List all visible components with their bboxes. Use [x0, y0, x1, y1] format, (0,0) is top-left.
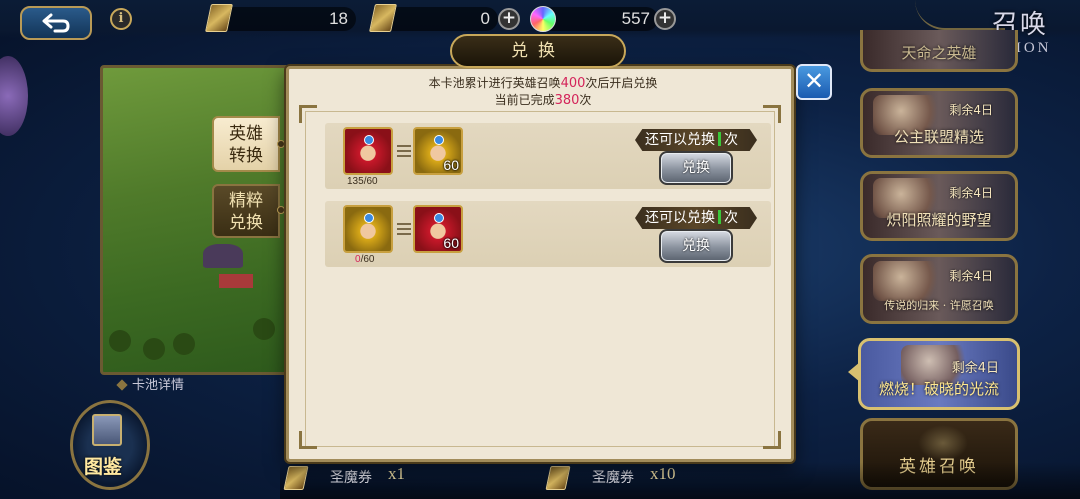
remaining-days-badge: 剩余4日 [951, 361, 999, 376]
target-count: 60 [443, 235, 459, 251]
remaining-prefix: 还可以兑换 [645, 132, 715, 148]
exchange-button[interactable]: 兑换 [659, 229, 733, 263]
pool-card-princess-alliance[interactable]: 剩余4日 公主联盟精选 [860, 88, 1018, 158]
remaining-exchange-banner: 还可以兑换次 [635, 207, 757, 229]
pool-card-dawn-flow-active[interactable]: 剩余4日 燃烧！破晓的光流 [858, 338, 1020, 410]
corner-ornament [299, 105, 317, 123]
pool-card-title: 燃烧！破晓的光流 [878, 380, 999, 398]
target-count: 60 [443, 157, 459, 173]
equals-icon [397, 223, 411, 235]
resource-ticket-counter: 18 [214, 7, 356, 31]
equals-icon [397, 145, 411, 157]
corner-ornament [299, 431, 317, 449]
resource-ticket-gold-counter: 0 [380, 7, 498, 31]
corner-ornament [763, 105, 781, 123]
fragment-progress: 0/60 [355, 254, 374, 265]
exchange-dialog: 本卡池累计进行英雄召唤400次后开启兑换 当前已完成380次 135/60 60… [286, 66, 794, 462]
gem-crest-icon [434, 213, 444, 223]
gem-crest-icon [364, 213, 374, 223]
progress-current-count: 380 [554, 93, 580, 108]
back-button[interactable] [20, 6, 92, 40]
remaining-prefix: 还可以兑换 [645, 210, 715, 226]
hero-art-image [873, 261, 943, 301]
gem-value: 557 [621, 9, 650, 28]
tab-hero-convert[interactable]: 英雄 转换 [212, 116, 280, 172]
pool-card-blazing-sun[interactable]: 剩余4日 炽阳照耀的野望 [860, 171, 1018, 241]
ten-summon-cost-qty: x10 [650, 464, 676, 483]
fragment-need: /60 [363, 176, 378, 187]
exchange-notice: 本卡池累计进行英雄召唤400次后开启兑换 当前已完成380次 [289, 75, 797, 109]
remaining-suffix: 次 [724, 132, 738, 148]
winged-creature-decoration [203, 244, 243, 268]
corner-ornament [763, 431, 781, 449]
info-icon[interactable]: i [110, 8, 132, 30]
tree-decoration [253, 318, 275, 340]
remaining-days-badge: 剩余4日 [949, 103, 993, 117]
flag-decoration [219, 274, 253, 288]
remaining-days-badge: 剩余4日 [949, 269, 993, 283]
ten-summon-cost-label: 圣魔券 [592, 470, 634, 486]
notice-line-2: 当前已完成380次 [289, 92, 797, 109]
remaining-exchange-banner: 还可以兑换次 [635, 129, 757, 151]
tab-essence-exchange-line2: 兑换 [229, 213, 263, 233]
source-hero-red-avatar [343, 127, 393, 175]
pool-details-link[interactable]: 卡池详情 [116, 374, 185, 393]
pool-card-title: 天命之英雄 [901, 44, 977, 62]
notice-suffix: 次后开启兑换 [585, 76, 658, 90]
back-arrow-icon [42, 13, 70, 33]
pool-details-label: 卡池详情 [132, 378, 185, 393]
exchange-button[interactable]: 兑换 [659, 151, 733, 185]
exchange-row: 135/60 60 还可以兑换次 兑换 [325, 123, 771, 189]
fragment-need: /60 [360, 254, 375, 265]
tab-hero-convert-line1: 英雄 [229, 124, 263, 144]
gem-counter: 557 [540, 7, 658, 31]
target-hero-red-avatar: 60 [413, 205, 463, 253]
notice-prefix: 本卡池累计进行英雄召唤 [428, 76, 561, 90]
close-button[interactable]: ✕ [796, 64, 832, 100]
pool-card-legend-return[interactable]: 剩余4日 传说的归来 · 许愿召唤 [860, 254, 1018, 324]
side-orb-decoration [0, 56, 28, 136]
tab-essence-exchange[interactable]: 精粹 兑换 [212, 184, 280, 238]
remaining-days-badge: 剩余4日 [949, 186, 993, 200]
remaining-suffix: 次 [724, 210, 738, 226]
notice-line-1: 本卡池累计进行英雄召唤400次后开启兑换 [289, 75, 797, 92]
tab-essence-exchange-line1: 精粹 [229, 191, 263, 211]
tree-decoration [173, 333, 195, 355]
tab-connector-nub [277, 206, 285, 214]
book-icon [92, 414, 122, 446]
exchange-row: 0/60 60 还可以兑换次 兑换 [325, 201, 771, 267]
single-summon-cost-label: 圣魔券 [330, 470, 372, 486]
tree-decoration [109, 330, 131, 352]
pool-card-title: 公主联盟精选 [893, 128, 984, 146]
add-ticket-plus-icon[interactable]: + [498, 8, 520, 30]
source-hero-gold-avatar [343, 205, 393, 253]
close-icon: ✕ [803, 67, 825, 95]
tree-decoration [143, 338, 165, 360]
resource-ticket-value: 18 [329, 9, 348, 28]
diamond-bullet-icon [116, 379, 128, 391]
progress-suffix: 次 [579, 93, 592, 107]
gem-crest-icon [364, 135, 374, 145]
gem-crest-icon [434, 135, 444, 145]
resource-ticket-gold-value: 0 [480, 9, 490, 28]
pool-card-title: 传说的归来 · 许愿召唤 [884, 299, 994, 312]
fragment-progress: 135/60 [347, 176, 378, 187]
tab-connector-nub [277, 140, 285, 148]
progress-prefix: 当前已完成 [494, 93, 555, 107]
remaining-count-bar [718, 210, 721, 224]
notice-required-count: 400 [560, 76, 586, 91]
pool-card-title: 炽阳照耀的野望 [886, 211, 992, 229]
tab-hero-convert-line2: 转换 [229, 146, 263, 166]
remaining-count-bar [718, 132, 721, 146]
codex-label: 图鉴 [84, 456, 123, 478]
add-gem-plus-icon[interactable]: + [654, 8, 676, 30]
dialog-title: 兑换 [450, 34, 626, 68]
single-summon-cost-qty: x1 [388, 464, 405, 483]
pool-card-partial[interactable]: 天命之英雄 [860, 30, 1018, 72]
fragment-have: 135 [347, 176, 364, 187]
gem-icon [530, 6, 556, 32]
target-hero-gold-avatar: 60 [413, 127, 463, 175]
